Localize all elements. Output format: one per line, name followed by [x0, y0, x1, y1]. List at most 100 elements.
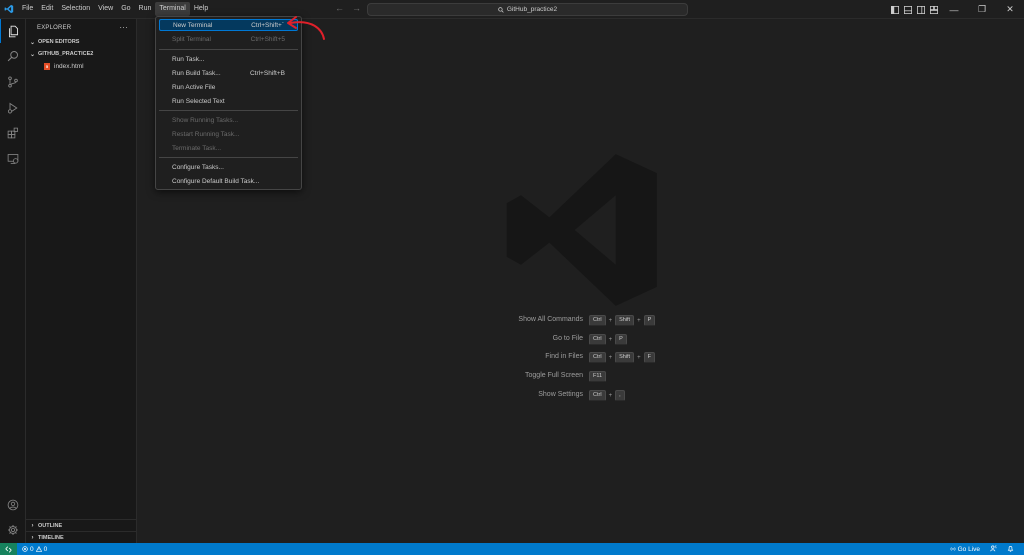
menu-separator — [159, 157, 298, 158]
key: , — [615, 390, 625, 401]
menu-file[interactable]: File — [18, 2, 37, 16]
remote-indicator-icon[interactable] — [0, 543, 17, 555]
menu-view[interactable]: View — [94, 2, 117, 16]
key: Ctrl — [589, 352, 606, 363]
chevron-down-icon: ⌄ — [29, 39, 36, 46]
shortcut-show-all-commands: Show All Commands Ctrl + Shift + P — [137, 315, 1024, 326]
key: Shift — [615, 315, 635, 326]
shortcut-label: Show All Commands — [518, 316, 583, 323]
shortcut-keys: Ctrl + Shift + F — [589, 352, 655, 363]
activity-bar — [0, 19, 26, 543]
outline-label: OUTLINE — [38, 522, 63, 529]
more-actions-icon[interactable]: ··· — [119, 23, 128, 32]
menu-item-label: Run Active File — [172, 83, 216, 91]
menu-go[interactable]: Go — [117, 2, 134, 16]
shortcut-label: Show Settings — [538, 391, 583, 398]
menu-item-label: Restart Running Task... — [172, 130, 240, 138]
arrow-right-icon[interactable]: → — [352, 3, 361, 13]
menu-run[interactable]: Run — [135, 2, 156, 16]
key: P — [643, 315, 656, 326]
annotation-arrow-icon — [287, 16, 325, 40]
folder-label: GITHUB_PRACTICE2 — [38, 51, 94, 57]
outline-section[interactable]: › OUTLINE — [26, 519, 137, 531]
warning-count: 0 — [43, 545, 48, 553]
menu-item-label: Terminate Task... — [172, 144, 222, 152]
menu-selection[interactable]: Selection — [57, 2, 94, 16]
file-index-html[interactable]: 5 index.html — [26, 60, 136, 72]
file-name: index.html — [54, 62, 84, 70]
key: F11 — [589, 371, 607, 382]
warning-icon — [35, 546, 42, 552]
menu-item-label: Configure Default Build Task... — [172, 177, 260, 185]
toggle-panel-icon[interactable] — [901, 0, 914, 19]
arrow-left-icon[interactable]: ← — [335, 3, 344, 13]
minimize-icon[interactable]: — — [940, 0, 968, 19]
search-icon — [498, 6, 504, 13]
menu-item-label: Run Selected Text — [172, 97, 225, 105]
explorer-header: EXPLORER ··· — [26, 19, 136, 36]
broadcast-icon — [950, 547, 956, 551]
menu-edit[interactable]: Edit — [37, 2, 57, 16]
explorer-icon[interactable] — [0, 19, 26, 43]
close-icon[interactable]: ✕ — [996, 0, 1024, 19]
menu-separator — [159, 110, 298, 111]
menu-terminal[interactable]: Terminal — [155, 2, 190, 16]
vscode-watermark-icon — [506, 154, 657, 306]
explorer-title: EXPLORER — [37, 24, 72, 31]
menu-item-run-task[interactable]: Run Task... — [159, 53, 298, 65]
menu-item-split-terminal[interactable]: Split Terminal Ctrl+Shift+5 — [159, 33, 298, 45]
toggle-primary-sidebar-icon[interactable] — [888, 0, 901, 19]
notifications-bell-icon[interactable] — [1007, 545, 1014, 554]
status-bar-right: Go Live — [950, 543, 1024, 555]
menu-item-label: Run Build Task... — [172, 69, 221, 77]
feedback-icon[interactable] — [990, 544, 997, 554]
source-control-icon[interactable] — [0, 70, 26, 94]
key: Ctrl — [589, 334, 606, 345]
terminal-menu: New Terminal Ctrl+Shift+` Split Terminal… — [155, 16, 302, 190]
menu-help[interactable]: Help — [190, 2, 212, 16]
menu-item-run-active-file[interactable]: Run Active File — [159, 81, 298, 93]
menu-item-run-selected-text[interactable]: Run Selected Text — [159, 95, 298, 107]
run-debug-icon[interactable] — [0, 96, 26, 120]
menu-item-label: Show Running Tasks... — [172, 116, 238, 124]
customize-layout-icon[interactable] — [927, 0, 940, 19]
key: Ctrl — [589, 390, 606, 401]
menu-item-configure-default-build-task[interactable]: Configure Default Build Task... — [159, 175, 298, 187]
menu-item-show-running-tasks[interactable]: Show Running Tasks... — [159, 114, 298, 126]
key: Ctrl — [589, 315, 606, 326]
menu-item-configure-tasks[interactable]: Configure Tasks... — [159, 161, 298, 173]
menu-item-run-build-task[interactable]: Run Build Task... Ctrl+Shift+B — [159, 67, 298, 79]
go-live-label: Go Live — [957, 545, 980, 553]
timeline-section[interactable]: › TIMELINE — [26, 531, 137, 543]
search-view-icon[interactable] — [0, 44, 26, 68]
open-editors-label: OPEN EDITORS — [38, 39, 80, 45]
toggle-secondary-sidebar-icon[interactable] — [914, 0, 927, 19]
menu-item-shortcut: Ctrl+Shift+B — [249, 69, 285, 77]
error-count: 0 — [30, 545, 34, 553]
navigation-arrows: ← → — [335, 3, 361, 13]
shortcut-label: Find in Files — [545, 353, 583, 360]
extensions-icon[interactable] — [0, 121, 26, 145]
settings-gear-icon[interactable] — [0, 518, 26, 542]
menu-item-terminate-task[interactable]: Terminate Task... — [159, 142, 298, 154]
shortcut-toggle-full-screen: Toggle Full Screen F11 — [137, 371, 1024, 382]
restore-icon[interactable]: ❐ — [968, 0, 996, 19]
shortcut-find-in-files: Find in Files Ctrl + Shift + F — [137, 352, 1024, 363]
problems-indicator[interactable]: 0 0 — [22, 546, 47, 553]
menu-item-restart-running-task[interactable]: Restart Running Task... — [159, 128, 298, 140]
status-bar: 0 0 Go Live — [0, 543, 1024, 555]
menu-item-label: New Terminal — [173, 21, 213, 29]
key: Shift — [615, 352, 635, 363]
command-center[interactable]: GitHub_practice2 — [367, 3, 688, 16]
remote-explorer-icon[interactable] — [0, 147, 26, 171]
go-live-button[interactable]: Go Live — [950, 546, 980, 553]
shortcut-keys: Ctrl + , — [589, 390, 625, 401]
folder-section[interactable]: ⌄ GITHUB_PRACTICE2 — [26, 48, 136, 60]
accounts-icon[interactable] — [0, 493, 26, 517]
menu-item-new-terminal[interactable]: New Terminal Ctrl+Shift+` — [159, 19, 298, 31]
menu-item-shortcut: Ctrl+Shift+5 — [250, 35, 285, 43]
chevron-right-icon: › — [31, 534, 34, 541]
error-icon — [22, 546, 28, 552]
html-file-icon: 5 — [44, 62, 50, 70]
open-editors-section[interactable]: ⌄ OPEN EDITORS — [26, 36, 136, 48]
